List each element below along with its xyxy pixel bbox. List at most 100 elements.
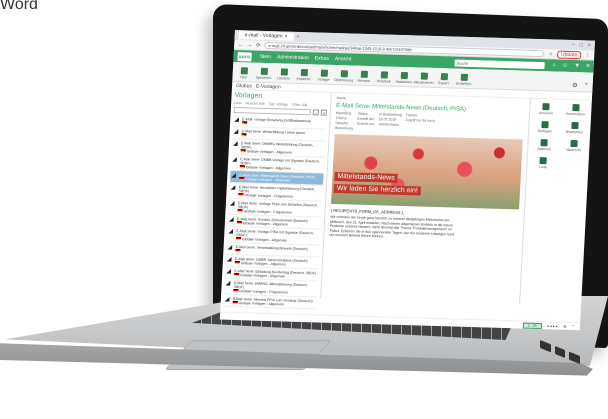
- list-title: Vorlagen: [234, 91, 263, 100]
- filter-0[interactable]: Liste: [234, 101, 242, 105]
- action-button-5[interactable]: Nachricht: [560, 139, 588, 153]
- gear-icon[interactable]: ⚙: [563, 324, 567, 329]
- edit-icon: [571, 121, 579, 130]
- user-icon[interactable]: ☺: [562, 62, 568, 69]
- minimize-icon[interactable]: –: [572, 42, 575, 48]
- hamburger-icon[interactable]: ≡: [586, 63, 590, 70]
- filter-1[interactable]: Ansicht: Alle: [245, 101, 264, 106]
- menu-item-3[interactable]: Ansicht: [335, 56, 352, 62]
- ribbon-button-3[interactable]: Kopieren: [296, 68, 311, 81]
- detail-pane: Name E-Mail Serie: Mittelstands-News (De…: [321, 93, 530, 305]
- star-icon[interactable]: ☆: [548, 51, 553, 57]
- chevron-up-icon[interactable]: ⌃: [571, 324, 575, 329]
- flag-de-icon: [234, 261, 240, 265]
- menu-icon[interactable]: ⋮: [585, 52, 590, 58]
- ribbon-button-5[interactable]: Optimierung: [334, 70, 353, 83]
- breadcrumb-item-0[interactable]: Globus: [236, 83, 252, 89]
- menu-item-2[interactable]: Extras: [315, 55, 329, 61]
- corner-caption: Word: [0, 0, 38, 13]
- flag-de-icon: [235, 237, 242, 241]
- action-button-0[interactable]: Ansehen: [532, 103, 560, 116]
- email-template-icon: ◢: [230, 184, 236, 191]
- flag-de-icon: [236, 221, 242, 225]
- action-button-4[interactable]: Optionen: [530, 139, 558, 152]
- ribbon-button-1[interactable]: Speichern: [256, 67, 272, 80]
- menu-item-1[interactable]: Administration: [277, 54, 309, 61]
- list-item[interactable]: ◢ E-Mail Serie: Hinweis PISA zum Seminar …: [223, 294, 318, 310]
- prop-right-0: In Bearbeitung: [378, 112, 402, 117]
- list-item-sub-label: Globale Vorlagen - Allgemein: [240, 272, 286, 278]
- filter-2[interactable]: Typ: Vorlage: [269, 102, 289, 107]
- save-icon: [260, 67, 268, 75]
- gear-icon[interactable]: ⚙: [572, 82, 578, 89]
- trash-icon: [280, 68, 288, 76]
- filter-4[interactable]: Filter: Alle: [292, 103, 308, 107]
- new-tab-icon[interactable]: +: [296, 34, 299, 40]
- close-window-icon[interactable]: ×: [588, 42, 591, 48]
- action-button-1[interactable]: Anschreiben: [562, 104, 590, 117]
- menu-item-0[interactable]: Stein: [259, 54, 271, 60]
- pager-nav[interactable]: ◂ ◂ ▸ ▸: [547, 323, 559, 328]
- close-icon[interactable]: ×: [284, 33, 287, 39]
- email-template-icon: ◢: [227, 244, 233, 251]
- action-button-2[interactable]: Einfügen: [531, 121, 559, 134]
- letter-icon: [572, 104, 580, 112]
- detail-properties: Marketing Thema Sprache Bemerkung Status…: [335, 111, 524, 136]
- list-item-sub-label: Globale Vorlagen - Allgemein: [245, 164, 292, 171]
- flag-de-icon: [239, 177, 245, 181]
- email-template-icon: ◢: [232, 156, 237, 163]
- email-body-text: Wir möchten Sie heute ganz herzlich zu u…: [329, 214, 455, 239]
- refresh-icon: [420, 72, 428, 80]
- ribbon-button-7[interactable]: Protokoll: [376, 71, 391, 84]
- filter-icon[interactable]: ▼: [574, 63, 580, 70]
- main-area: Vorlagen Liste Ansicht: Alle Typ: Vorlag…: [221, 89, 592, 310]
- flag-de-icon: [232, 301, 238, 305]
- reload-icon[interactable]: ⟳: [256, 42, 261, 48]
- list-search-input[interactable]: [233, 106, 311, 116]
- ribbon-right-icons: ⚙ ⌃: [572, 82, 589, 89]
- action-button-3[interactable]: Bearbeiten: [561, 121, 589, 135]
- optimize-icon: [340, 70, 348, 78]
- email-template-icon: ◢: [224, 296, 230, 303]
- copy-icon: [300, 68, 308, 77]
- prop-left-3: Bemerkung: [334, 125, 354, 131]
- flag-de-icon: [237, 209, 243, 213]
- email-template-icon: ◢: [226, 256, 232, 263]
- list-item-sub-label: Globale Vorlagen - Allgemein: [240, 260, 287, 267]
- breadcrumb-item-1[interactable]: E-Vorlagen: [256, 83, 281, 90]
- update-button[interactable]: Update: [556, 50, 582, 59]
- forward-icon[interactable]: →: [247, 42, 252, 48]
- log-icon: [380, 71, 388, 79]
- browser-tab-label: e-mail - Vorlagen: [244, 32, 283, 40]
- email-template-icon: ◢: [234, 116, 240, 123]
- action-button-6[interactable]: Liste: [529, 157, 557, 170]
- maximize-icon[interactable]: □: [580, 42, 583, 48]
- search-icon[interactable]: ⌕: [312, 109, 319, 116]
- ribbon-button-11[interactable]: Schließen: [456, 73, 471, 86]
- ribbon-button-8[interactable]: Statistiken: [395, 71, 412, 84]
- email-template-icon: ◢: [232, 140, 238, 147]
- banner-headline: Mittelstands-News: [334, 171, 398, 183]
- list-item-sub-label: Globale Vorlagen - Allgemein: [238, 300, 284, 306]
- close-icon[interactable]: ×: [320, 109, 327, 116]
- list-item-sub-label: Globale Vorlagen - Allgemein: [242, 220, 289, 227]
- search-icon[interactable]: ⌕: [552, 62, 557, 69]
- flag-de-icon: [234, 273, 240, 277]
- header-icons: ⌕ ☺ ▼ ≡: [552, 62, 590, 70]
- message-icon: [570, 139, 578, 148]
- app-search-input[interactable]: Suche: [454, 59, 545, 69]
- ribbon-button-10[interactable]: Export: [436, 73, 451, 85]
- list-item-sub-label: Globale Vorlagen - Folgetermin: [243, 208, 293, 215]
- ribbon-button-2[interactable]: Löschen: [276, 68, 291, 81]
- send-icon: [360, 70, 368, 78]
- ribbon-button-0[interactable]: Neu: [236, 67, 251, 79]
- back-icon[interactable]: ←: [238, 42, 243, 48]
- ribbon-button-9[interactable]: Aktualisieren: [413, 72, 434, 85]
- email-template-icon: ◢: [233, 128, 239, 135]
- browser-tab[interactable]: e-mail - Vorlagen ×: [238, 31, 294, 41]
- flag-de-icon: [238, 193, 244, 197]
- ribbon-button-4[interactable]: Vorlage: [316, 69, 331, 82]
- ribbon-button-6[interactable]: Versand: [356, 70, 371, 83]
- prop-left-2: Sprache: [335, 120, 349, 126]
- chevron-up-icon[interactable]: ⌃: [583, 82, 588, 89]
